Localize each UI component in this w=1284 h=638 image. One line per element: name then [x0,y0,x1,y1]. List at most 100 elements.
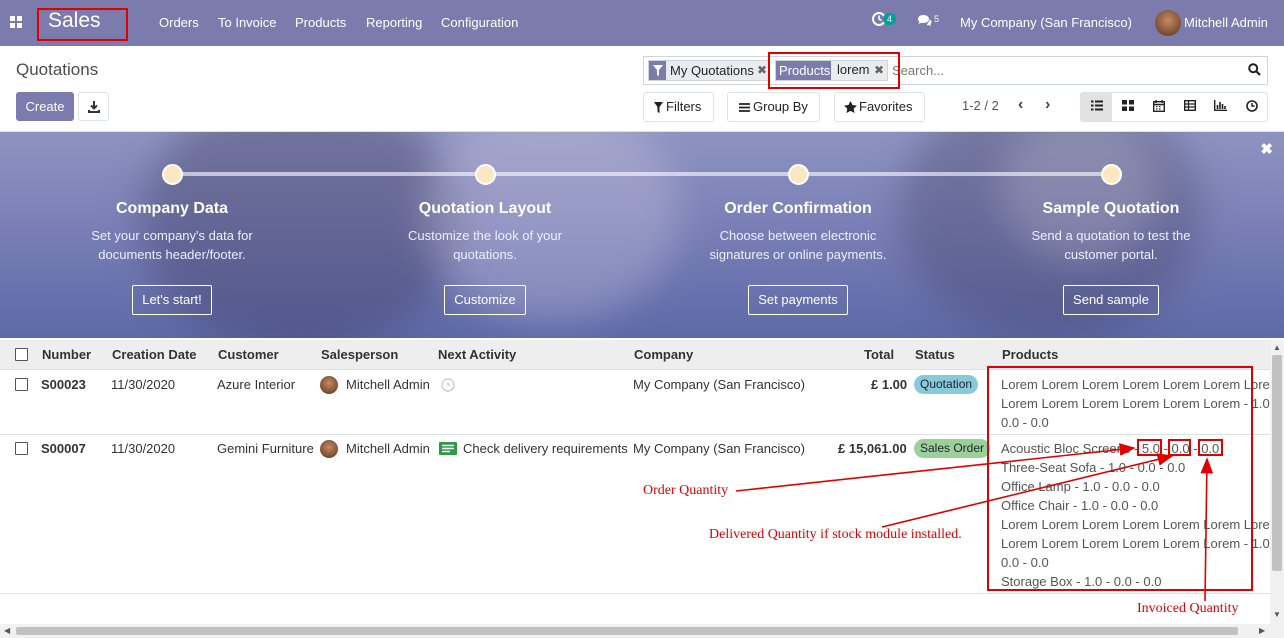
row-checkbox[interactable] [15,378,28,391]
top-navbar: Sales Orders To Invoice Products Reporti… [0,0,1284,46]
next-activity[interactable]: Check delivery requirements [463,441,628,456]
menu-configuration[interactable]: Configuration [441,15,518,30]
salesperson-avatar [320,440,338,458]
search-input[interactable] [892,63,1242,78]
col-salesperson[interactable]: Salesperson [321,347,398,362]
menu-orders[interactable]: Orders [159,15,199,30]
total: £ 15,061.00 [838,441,907,456]
step-title: Company Data [115,200,229,217]
col-company[interactable]: Company [634,347,693,362]
col-status[interactable]: Status [915,347,955,362]
activity-count-badge: 4 [883,13,897,25]
order-quantity-label: Order Quantity [643,483,729,498]
menu-to-invoice[interactable]: To Invoice [218,15,277,30]
onboarding-step-sample-quotation: Sample Quotation Send a quotation to tes… [981,200,1241,315]
kanban-view-icon[interactable] [1112,93,1143,121]
control-panel: Quotations Create My Quotations ✖ Produc… [0,46,1284,132]
col-customer[interactable]: Customer [218,347,279,362]
menu-reporting[interactable]: Reporting [366,15,422,30]
filter-icon [654,102,663,113]
horizontal-scroll-thumb[interactable] [16,627,1238,635]
step-dot [475,164,496,185]
highlight-box-brand [37,8,128,41]
list-view-icon[interactable] [1081,93,1112,121]
scroll-left-icon[interactable]: ◀ [4,626,10,635]
menu-products[interactable]: Products [295,15,346,30]
close-banner-icon[interactable]: ✖ [1260,140,1273,158]
lets-start-button[interactable]: Let's start! [132,285,212,315]
customize-button[interactable]: Customize [444,285,526,315]
filters-button[interactable]: Filters [643,92,714,122]
user-avatar[interactable] [1155,10,1181,36]
status-badge: Sales Order [914,439,991,458]
creation-date: 11/30/2020 [111,377,176,392]
activity-clock-icon[interactable] [441,378,455,395]
creation-date: 11/30/2020 [111,441,176,456]
apps-menu-icon[interactable] [10,16,22,28]
filter-facet-icon [649,61,666,80]
col-creation-date[interactable]: Creation Date [112,347,197,362]
create-button[interactable]: Create [16,92,74,121]
activity-todo-icon[interactable] [439,442,457,458]
salesperson: Mitchell Admin [346,377,430,392]
onboarding-step-order-confirmation: Order Confirmation Choose between electr… [668,200,928,315]
highlight-box-products-facet [768,52,900,89]
highlight-box-products-column [987,366,1253,591]
step-title: Order Confirmation [724,200,872,217]
horizontal-scrollbar[interactable]: ◀ ▶ [0,624,1284,638]
delivered-quantity-label: Delivered Quantity if stock module insta… [709,527,962,542]
favorites-button[interactable]: Favorites [834,92,925,122]
scroll-right-icon[interactable]: ▶ [1259,626,1265,635]
order-number: S00007 [41,441,86,456]
scroll-up-icon[interactable]: ▲ [1273,343,1281,352]
select-all-checkbox[interactable] [15,348,28,361]
vertical-scroll-thumb[interactable] [1272,355,1282,571]
onboarding-banner: ✖ Company Data Set your company's data f… [0,132,1284,338]
group-by-button[interactable]: Group By [727,92,820,122]
search-icon[interactable] [1248,63,1261,79]
pager-next-icon[interactable]: › [1045,96,1050,114]
company: My Company (San Francisco) [633,441,805,456]
download-icon [88,101,100,113]
customer: Gemini Furniture [217,441,314,456]
company-switcher[interactable]: My Company (San Francisco) [960,15,1132,30]
favorites-label: Favorites [859,99,913,114]
step-title: Quotation Layout [418,200,552,217]
highlight-box-ordered-qty [1137,439,1162,456]
scroll-down-icon[interactable]: ▼ [1273,610,1281,619]
star-icon [844,101,857,113]
onboarding-progress-line [172,172,1112,176]
facet-my-quotations: My Quotations ✖ [648,60,769,81]
col-total[interactable]: Total [864,347,894,362]
step-description: Set your company's data for documents hea… [91,228,253,262]
col-number[interactable]: Number [42,347,91,362]
group-by-label: Group By [753,99,808,114]
col-products[interactable]: Products [1002,347,1058,362]
graph-view-icon[interactable] [1205,93,1236,121]
vertical-scrollbar[interactable]: ▲ ▼ [1270,340,1284,624]
filters-label: Filters [666,99,702,114]
activity-view-icon[interactable] [1236,93,1267,121]
pager-previous-icon[interactable]: ‹ [1018,96,1023,114]
order-number: S00023 [41,377,86,392]
pager-value[interactable]: 1-2 / 2 [962,98,999,113]
step-description: Send a quotation to test the customer por… [1031,228,1191,262]
facet-remove-icon[interactable]: ✖ [757,63,767,77]
facet-label: My Quotations [670,63,754,78]
send-sample-button[interactable]: Send sample [1063,285,1159,315]
step-title: Sample Quotation [1042,200,1180,217]
highlight-box-delivered-qty [1168,439,1191,456]
user-menu[interactable]: Mitchell Admin [1184,15,1268,30]
calendar-view-icon[interactable] [1143,93,1174,121]
total: £ 1.00 [871,377,908,392]
onboarding-step-quotation-layout: Quotation Layout Customize the look of y… [355,200,615,315]
step-description: Customize the look of your quotations. [408,228,562,262]
step-dot [788,164,809,185]
highlight-box-invoiced-qty [1198,439,1223,456]
col-next-activity[interactable]: Next Activity [438,347,516,362]
download-button[interactable] [78,92,109,121]
customer: Azure Interior [217,377,296,392]
set-payments-button[interactable]: Set payments [748,285,848,315]
pivot-view-icon[interactable] [1174,93,1205,121]
row-checkbox[interactable] [15,442,28,455]
